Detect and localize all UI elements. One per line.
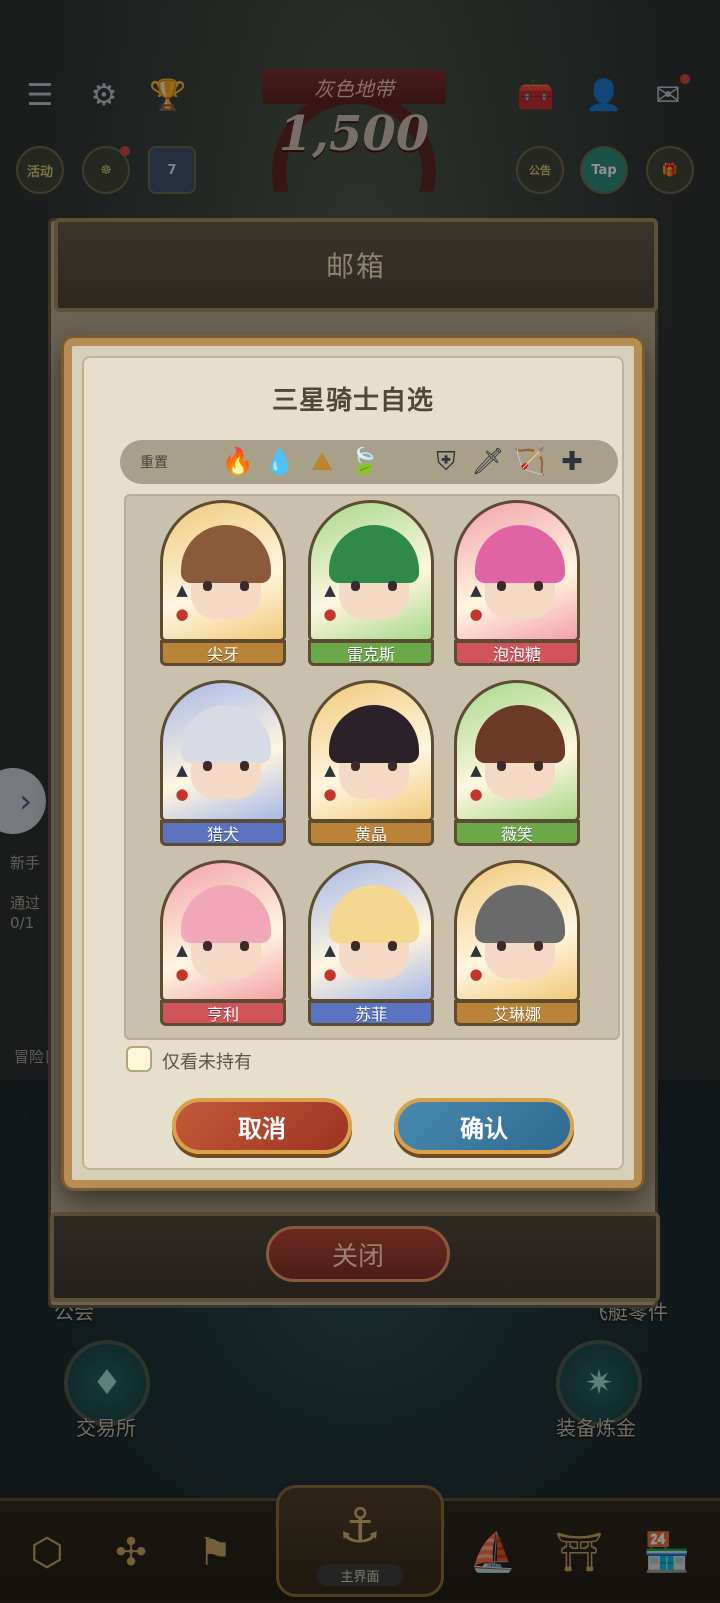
knight-hair — [475, 705, 565, 763]
shield-class-icon[interactable]: ⛨ — [428, 444, 464, 480]
sword-class-icon[interactable]: 🗡 — [470, 444, 506, 480]
knight-eyes — [203, 761, 249, 771]
knight-attributes: ▲ ● — [321, 761, 339, 803]
filter-bar: 重置 🔥 💧 ⛰ 🍃 ⛨ 🗡 🏹 ✚ — [120, 440, 618, 484]
knight-attributes: ▲ ● — [321, 941, 339, 983]
knight-name: 尖牙 — [160, 640, 286, 666]
knight-name: 艾琳娜 — [454, 1000, 580, 1026]
knight-eyes — [497, 941, 543, 951]
knight-name: 薇笑 — [454, 820, 580, 846]
knight-card[interactable]: ▲ ● 猎犬 — [160, 680, 286, 846]
confirm-button[interactable]: 确认 — [394, 1098, 574, 1154]
earth-element-icon[interactable]: ⛰ — [304, 444, 340, 480]
knight-card[interactable]: ▲ ● 艾琳娜 — [454, 860, 580, 1026]
knight-hair — [475, 885, 565, 943]
element-icon: ● — [323, 785, 337, 803]
knight-eyes — [203, 941, 249, 951]
bow-class-icon[interactable]: 🏹 — [512, 444, 548, 480]
dialog-body: 三星骑士自选 重置 🔥 💧 ⛰ 🍃 ⛨ 🗡 🏹 ✚ ▲ ● 尖牙 ▲ ● 雷克斯 ▲ ● 泡泡糖 ▲ ● 猎犬 ▲ ● 黄… — [82, 356, 624, 1170]
knight-name: 猎犬 — [160, 820, 286, 846]
knight-card[interactable]: ▲ ● 尖牙 — [160, 500, 286, 666]
water-element-icon[interactable]: 💧 — [262, 444, 298, 480]
knight-name: 苏菲 — [308, 1000, 434, 1026]
knight-attributes: ▲ ● — [173, 761, 191, 803]
knight-eyes — [497, 581, 543, 591]
class-icon: ▲ — [470, 761, 482, 779]
class-icon: ▲ — [470, 941, 482, 959]
knight-portrait: ▲ ● — [454, 500, 580, 642]
only-unowned-label: 仅看未持有 — [162, 1052, 252, 1073]
knight-hair — [329, 885, 419, 943]
knight-eyes — [497, 761, 543, 771]
knight-name: 雷克斯 — [308, 640, 434, 666]
knight-portrait: ▲ ● — [454, 860, 580, 1002]
class-icon: ▲ — [324, 761, 336, 779]
element-icon: ● — [175, 785, 189, 803]
knight-card[interactable]: ▲ ● 雷克斯 — [308, 500, 434, 666]
element-icon: ● — [175, 605, 189, 623]
knight-portrait: ▲ ● — [454, 680, 580, 822]
fire-element-icon[interactable]: 🔥 — [220, 444, 256, 480]
dialog-title: 三星骑士自选 — [271, 386, 434, 416]
knight-eyes — [203, 581, 249, 591]
class-icon: ▲ — [176, 941, 188, 959]
element-icon: ● — [323, 965, 337, 983]
knight-card[interactable]: ▲ ● 苏菲 — [308, 860, 434, 1026]
element-icon: ● — [175, 965, 189, 983]
knight-card[interactable]: ▲ ● 薇笑 — [454, 680, 580, 846]
knight-portrait: ▲ ● — [308, 680, 434, 822]
knight-name: 黄晶 — [308, 820, 434, 846]
knight-portrait: ▲ ● — [308, 500, 434, 642]
knight-hair — [181, 525, 271, 583]
knight-portrait: ▲ ● — [160, 860, 286, 1002]
cross-class-icon[interactable]: ✚ — [554, 444, 590, 480]
only-unowned-checkbox[interactable] — [126, 1046, 152, 1072]
knight-hair — [181, 705, 271, 763]
knight-name: 亨利 — [160, 1000, 286, 1026]
knight-attributes: ▲ ● — [173, 581, 191, 623]
knight-select-dialog: 三星骑士自选 重置 🔥 💧 ⛰ 🍃 ⛨ 🗡 🏹 ✚ ▲ ● 尖牙 ▲ ● 雷克斯 ▲ ● 泡泡糖 ▲ ● 猎犬 ▲ ● 黄… — [64, 338, 642, 1188]
knight-attributes: ▲ ● — [467, 581, 485, 623]
knight-hair — [329, 705, 419, 763]
knight-attributes: ▲ ● — [467, 941, 485, 983]
class-icon: ▲ — [176, 761, 188, 779]
element-icon: ● — [323, 605, 337, 623]
knight-eyes — [351, 941, 397, 951]
knight-card[interactable]: ▲ ● 亨利 — [160, 860, 286, 1026]
knight-card[interactable]: ▲ ● 泡泡糖 — [454, 500, 580, 666]
knight-attributes: ▲ ● — [173, 941, 191, 983]
mailbox-title: 邮箱 — [54, 218, 658, 312]
knight-eyes — [351, 581, 397, 591]
knight-name: 泡泡糖 — [454, 640, 580, 666]
knight-eyes — [351, 761, 397, 771]
knight-portrait: ▲ ● — [308, 860, 434, 1002]
knight-attributes: ▲ ● — [321, 581, 339, 623]
knight-grid: ▲ ● 尖牙 ▲ ● 雷克斯 ▲ ● 泡泡糖 ▲ ● 猎犬 ▲ ● 黄晶 ▲ ● 薇笑 ▲ ● 亨利 ▲ ● 苏菲 ▲ ● 艾琳娜 — [124, 494, 620, 1040]
filter-reset-button[interactable]: 重置 — [140, 452, 168, 472]
knight-portrait: ▲ ● — [160, 680, 286, 822]
close-button[interactable]: 关闭 — [266, 1226, 450, 1282]
class-icon: ▲ — [324, 581, 336, 599]
knight-hair — [329, 525, 419, 583]
class-icon: ▲ — [470, 581, 482, 599]
knight-hair — [181, 885, 271, 943]
cancel-button[interactable]: 取消 — [172, 1098, 352, 1154]
knight-hair — [475, 525, 565, 583]
element-icon: ● — [469, 965, 483, 983]
knight-card[interactable]: ▲ ● 黄晶 — [308, 680, 434, 846]
element-icon: ● — [469, 785, 483, 803]
wind-element-icon[interactable]: 🍃 — [346, 444, 382, 480]
element-icon: ● — [469, 605, 483, 623]
class-icon: ▲ — [176, 581, 188, 599]
knight-attributes: ▲ ● — [467, 761, 485, 803]
knight-portrait: ▲ ● — [160, 500, 286, 642]
class-icon: ▲ — [324, 941, 336, 959]
